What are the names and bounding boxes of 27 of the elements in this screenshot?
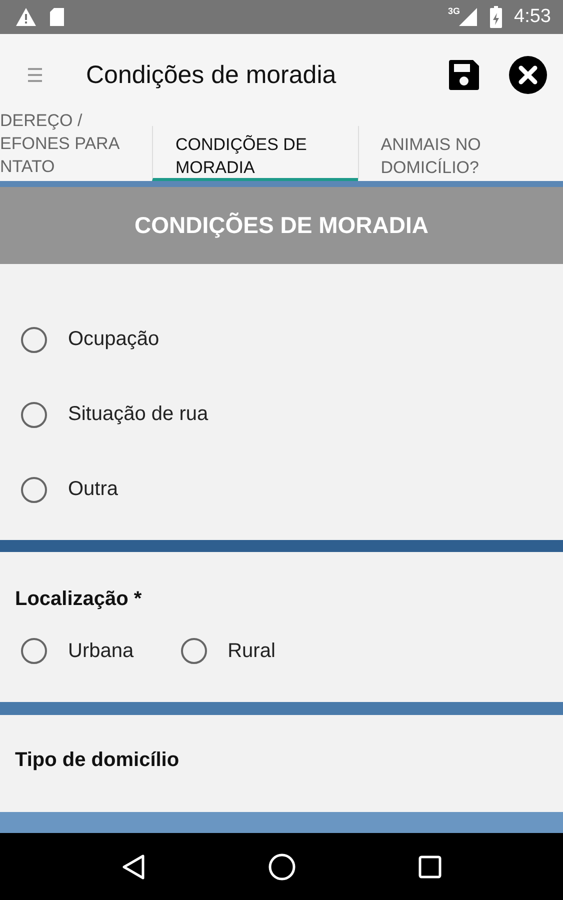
close-icon[interactable] [509,56,547,94]
home-icon[interactable] [268,852,296,880]
section-header: CONDIÇÕES DE MORADIA [0,187,563,264]
radio-button[interactable] [21,402,47,428]
option-label: Outra [68,478,118,501]
radio-button[interactable] [21,638,47,664]
menu-icon[interactable] [28,67,42,83]
sd-card-icon [49,7,65,27]
radio-button[interactable] [21,326,47,352]
clock: 4:53 [514,6,551,28]
battery-icon [490,6,502,28]
option-label: Urbana [68,640,134,662]
save-icon[interactable] [447,58,481,92]
option-label: Ocupação [68,328,160,351]
option-label: Situação de rua [68,403,208,426]
radio-button[interactable] [21,476,47,502]
question-label: Localização * [14,587,143,611]
signal-icon [458,7,478,27]
option-label: Rural [228,640,276,662]
warning-icon [15,7,37,27]
recents-icon[interactable] [418,854,442,878]
back-icon[interactable] [120,854,147,880]
question-label: Tipo de domicílio [14,748,180,772]
tab[interactable]: DEREÇO / EFONES PARA NTATO [0,116,152,181]
network-label: 3G [448,6,460,16]
radio-button[interactable] [180,638,207,664]
screen-title: Condições de moradia [86,60,338,90]
